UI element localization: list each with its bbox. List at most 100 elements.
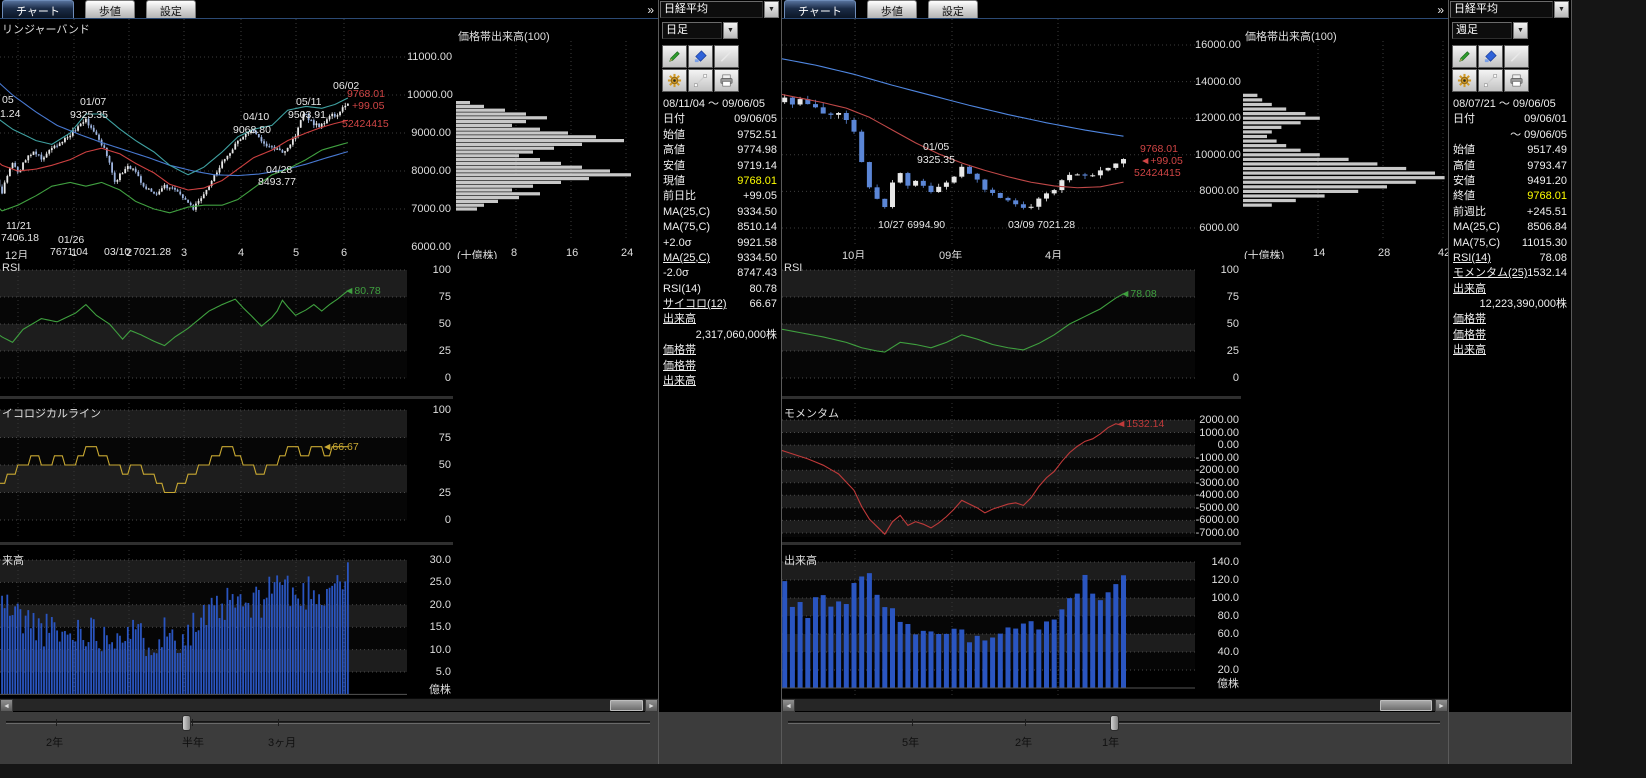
L-pane-splitter[interactable] <box>0 542 453 545</box>
weekly-candlestick-chart[interactable] <box>782 19 1195 245</box>
row-label: -2.0σ <box>663 266 689 281</box>
left-tab-quotes[interactable]: 歩値 <box>85 0 135 18</box>
L-psychological-panel-plot[interactable] <box>0 403 407 537</box>
brush-button[interactable] <box>688 45 713 68</box>
range-tick <box>1025 719 1026 726</box>
trendline-button[interactable] <box>1478 69 1503 92</box>
row-label[interactable]: 出来高 <box>1453 282 1486 297</box>
row-label[interactable]: サイコロ(12) <box>663 297 727 312</box>
L-pane-splitter[interactable] <box>0 396 453 399</box>
scroll-left-button[interactable]: ◄ <box>0 699 13 712</box>
scroll-right-button[interactable]: ► <box>1435 699 1448 712</box>
range-thumb[interactable] <box>182 715 191 731</box>
row-label: 高値 <box>663 143 685 158</box>
info-row: 終値9768.01 <box>1451 189 1569 204</box>
R-pane-splitter[interactable] <box>782 542 1241 545</box>
chart-annotation: 9325.35 <box>917 155 955 166</box>
indicator-marker: ◄1532.14 <box>1116 418 1164 430</box>
row-value: +245.51 <box>1527 205 1567 220</box>
scroll-thumb[interactable] <box>610 700 643 711</box>
chart-annotation: 01/26 <box>58 235 84 246</box>
R-volume-panel-title: 出来高 <box>784 552 817 568</box>
line-button[interactable] <box>714 45 739 68</box>
right-tab-settings[interactable]: 設定 <box>928 0 978 18</box>
R-pane-splitter[interactable] <box>782 396 1241 399</box>
row-label[interactable]: 出来高 <box>663 312 696 327</box>
right-period-dropdown-icon[interactable]: ▼ <box>1513 22 1528 39</box>
left-symbol-combo: 日経平均 ▼ <box>660 1 779 18</box>
pencil-button[interactable] <box>662 45 687 68</box>
left-period-dropdown-icon[interactable]: ▼ <box>723 22 738 39</box>
level-label: 25 <box>407 345 451 357</box>
left-symbol-value[interactable]: 日経平均 <box>660 1 763 18</box>
brush-icon <box>1483 49 1498 64</box>
range-track[interactable] <box>6 721 650 724</box>
row-label[interactable]: 出来高 <box>1453 343 1486 358</box>
level-label: 140.0 <box>1195 556 1239 568</box>
level-label: 30.0 <box>407 554 451 566</box>
L-main-panel: リンジャーバンド11000.0010000.009000.008000.0070… <box>0 19 656 259</box>
R-volume-panel-plot[interactable] <box>782 550 1195 696</box>
row-label[interactable]: 価格帯 <box>663 343 696 358</box>
scroll-left-button[interactable]: ◄ <box>782 699 795 712</box>
trendline-button[interactable] <box>688 69 713 92</box>
profile-tick-label: 42 <box>1438 247 1448 259</box>
pencil-button[interactable] <box>1452 45 1477 68</box>
right-symbol-value[interactable]: 日経平均 <box>1450 1 1553 18</box>
line-button[interactable] <box>1504 45 1529 68</box>
right-symbol-dropdown-icon[interactable]: ▼ <box>1554 1 1569 18</box>
L-rsi-panel-plot[interactable] <box>0 260 407 392</box>
daily-candlestick-chart[interactable] <box>0 19 407 245</box>
info-row: 価格帯 <box>661 343 779 358</box>
left-symbol-dropdown-icon[interactable]: ▼ <box>764 1 779 18</box>
info-row: 価格帯 <box>661 359 779 374</box>
info-row: モメンタム(25)1532.14 <box>1451 266 1569 281</box>
row-label[interactable]: RSI(14) <box>1453 251 1491 266</box>
gear-button[interactable] <box>662 69 687 92</box>
right-period-value[interactable]: 週足 <box>1452 22 1512 39</box>
y-axis-label: 7000.00 <box>407 203 451 215</box>
scroll-right-button[interactable]: ► <box>645 699 658 712</box>
R-profile-plot[interactable] <box>1243 19 1448 245</box>
info-row: 前日比+99.05 <box>661 189 779 204</box>
row-label[interactable]: モメンタム(25) <box>1453 266 1528 281</box>
brush-button[interactable] <box>1478 45 1503 68</box>
chart-annotation: +99.05 <box>352 101 384 112</box>
row-label[interactable]: 価格帯 <box>1453 328 1486 343</box>
row-value: 9334.50 <box>737 205 777 220</box>
info-row: ～ 09/06/05 <box>1451 128 1569 143</box>
level-label: 50 <box>407 318 451 330</box>
row-label[interactable]: 価格帯 <box>663 359 696 374</box>
R-rsi-panel-plot[interactable] <box>782 260 1195 392</box>
printer-button[interactable] <box>714 69 739 92</box>
row-label: 日付 <box>1453 112 1475 127</box>
R-horizontal-scrollbar[interactable]: ◄► <box>782 698 1448 711</box>
row-label: RSI(14) <box>663 282 701 297</box>
row-label[interactable]: 価格帯 <box>1453 312 1486 327</box>
L-profile-plot[interactable] <box>456 19 656 245</box>
level-label: 1000.00 <box>1195 427 1239 439</box>
level-label: 0 <box>1195 372 1239 384</box>
info-row: MA(75,C)8510.14 <box>661 220 779 235</box>
scroll-thumb[interactable] <box>1380 700 1432 711</box>
row-label[interactable]: 出来高 <box>663 374 696 389</box>
left-period-value[interactable]: 日足 <box>662 22 722 39</box>
left-tab-overflow-icon[interactable]: » <box>647 3 653 17</box>
info-row: 始値9517.49 <box>1451 143 1569 158</box>
y-axis-label: 9000.00 <box>407 127 451 139</box>
L-volume-panel-plot[interactable] <box>0 550 407 696</box>
left-tab-chart[interactable]: チャート <box>2 0 74 18</box>
row-value: 80.78 <box>749 282 777 297</box>
gear-button[interactable] <box>1452 69 1477 92</box>
printer-button[interactable] <box>1504 69 1529 92</box>
right-tab-quotes[interactable]: 歩値 <box>867 0 917 18</box>
left-tab-settings[interactable]: 設定 <box>146 0 196 18</box>
info-row: 出来高 <box>661 374 779 389</box>
right-tab-chart[interactable]: チャート <box>784 0 856 18</box>
level-label: 75 <box>407 432 451 444</box>
row-label[interactable]: MA(25,C) <box>663 251 710 266</box>
right-tab-overflow-icon[interactable]: » <box>1437 3 1443 17</box>
range-thumb[interactable] <box>1110 715 1119 731</box>
left-period-combo: 日足 ▼ <box>662 22 738 39</box>
L-horizontal-scrollbar[interactable]: ◄► <box>0 698 658 711</box>
